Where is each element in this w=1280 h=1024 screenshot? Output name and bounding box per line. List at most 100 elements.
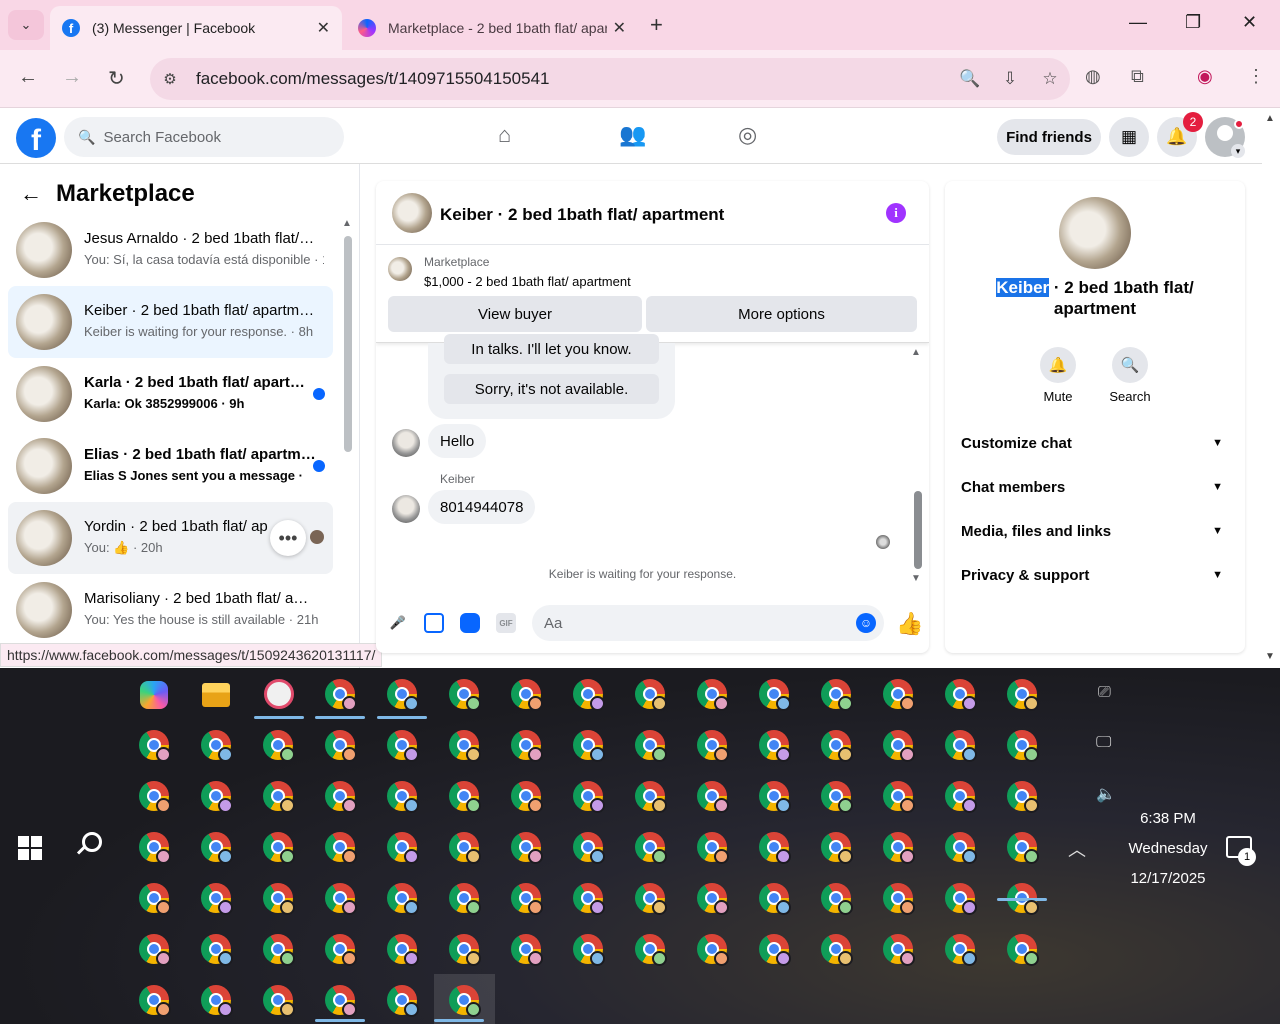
chrome-profile-icon[interactable]	[511, 934, 543, 966]
chrome-profile-icon[interactable]	[697, 781, 729, 813]
groups-icon[interactable]: ◎	[738, 122, 757, 148]
emoji-icon[interactable]: ☺	[856, 613, 876, 633]
display-icon[interactable]: 🖵	[1096, 734, 1111, 752]
conversation-item[interactable]: Jesus Arnaldo · 2 bed 1bath flat/ apartm…	[8, 214, 333, 286]
clock[interactable]: 6:38 PM Wednesday 12/17/2025	[1120, 804, 1216, 894]
chrome-profile-icon[interactable]	[635, 679, 667, 711]
microphone-icon[interactable]: 🎤	[388, 613, 408, 633]
chrome-profile-icon[interactable]	[1007, 832, 1039, 864]
chrome-profile-icon[interactable]	[945, 934, 977, 966]
chrome-profile-icon[interactable]	[883, 679, 915, 711]
chrome-profile-icon[interactable]	[697, 832, 729, 864]
chrome-profile-icon[interactable]	[139, 832, 171, 864]
chrome-profile-icon[interactable]	[635, 934, 667, 966]
site-info-icon[interactable]: ⚙	[150, 70, 190, 88]
chrome-profile-icon[interactable]	[201, 985, 233, 1017]
chrome-profile-icon[interactable]	[325, 985, 357, 1017]
chrome-profile-icon[interactable]	[449, 730, 481, 762]
bell-icon[interactable]: 🔔	[1040, 347, 1076, 383]
chrome-profile-icon[interactable]	[945, 730, 977, 762]
conversation-item[interactable]: Karla · 2 bed 1bath flat/ apartment Karl…	[8, 358, 333, 430]
customize-chat-row[interactable]: Customize chat ▼	[961, 423, 1229, 463]
chrome-profile-icon[interactable]	[697, 679, 729, 711]
contact-avatar[interactable]	[1059, 197, 1131, 269]
chrome-profile-icon[interactable]	[697, 934, 729, 966]
chrome-profile-icon[interactable]	[449, 832, 481, 864]
chrome-profile-icon[interactable]	[1007, 679, 1039, 711]
view-buyer-button[interactable]: View buyer	[388, 296, 642, 332]
chrome-profile-icon[interactable]	[139, 730, 171, 762]
chrome-profile-icon[interactable]	[449, 934, 481, 966]
back-icon[interactable]: ←	[18, 66, 38, 89]
chrome-profile-icon[interactable]	[201, 832, 233, 864]
home-icon[interactable]: ⌂	[498, 122, 511, 148]
address-bar[interactable]: ⚙ facebook.com/messages/t/14097155041505…	[150, 58, 1070, 100]
file-explorer-icon[interactable]	[202, 683, 230, 707]
friends-icon[interactable]: 👥	[619, 122, 646, 148]
chrome-profile-icon[interactable]	[139, 781, 171, 813]
chrome-profile-icon[interactable]	[883, 781, 915, 813]
chrome-profile-icon[interactable]	[1007, 781, 1039, 813]
chrome-profile-icon[interactable]	[573, 679, 605, 711]
conversation-scrollbar[interactable]	[344, 236, 352, 452]
chrome-profile-icon[interactable]	[759, 883, 791, 915]
chrome-profile-icon[interactable]	[201, 730, 233, 762]
gif-icon[interactable]: GIF	[496, 613, 516, 633]
menu-grid-icon[interactable]: ▦	[1109, 117, 1149, 157]
chrome-profile-icon[interactable]	[635, 781, 667, 813]
chrome-profile-icon[interactable]	[821, 781, 853, 813]
chrome-profile-icon[interactable]	[883, 832, 915, 864]
chrome-profile-icon[interactable]	[263, 832, 295, 864]
chrome-profile-icon[interactable]	[635, 832, 667, 864]
chat-scrollbar[interactable]	[914, 491, 922, 569]
chrome-profile-icon[interactable]	[387, 679, 419, 711]
chrome-profile-icon[interactable]	[697, 730, 729, 762]
chrome-profile-icon[interactable]	[883, 883, 915, 915]
chrome-profile-icon[interactable]	[883, 934, 915, 966]
forward-icon[interactable]: →	[62, 66, 82, 89]
chrome-profile-icon[interactable]	[511, 679, 543, 711]
chrome-profile-icon[interactable]	[139, 934, 171, 966]
chrome-profile-icon[interactable]	[573, 934, 605, 966]
chrome-profile-icon[interactable]	[263, 730, 295, 762]
scroll-down-icon[interactable]: ▼	[911, 573, 921, 584]
extensions-icon[interactable]: ⧉	[1131, 66, 1144, 87]
minimize-icon[interactable]: —	[1129, 12, 1147, 33]
reload-icon[interactable]: ↻	[108, 66, 125, 91]
chrome-profile-icon[interactable]	[449, 985, 481, 1017]
chrome-profile-icon[interactable]	[325, 934, 357, 966]
more-options-button[interactable]: More options	[646, 296, 917, 332]
chrome-profile-icon[interactable]	[945, 679, 977, 711]
conversation-item[interactable]: Marisoliany · 2 bed 1bath flat/ apartmen…	[8, 574, 333, 646]
volume-icon[interactable]: 🔈	[1096, 784, 1116, 804]
chrome-profile-icon[interactable]	[449, 781, 481, 813]
search-action[interactable]: 🔍 Search	[1100, 347, 1160, 404]
chrome-profile-icon[interactable]	[201, 883, 233, 915]
chrome-profile-icon[interactable]	[945, 883, 977, 915]
chrome-profile-icon[interactable]	[139, 985, 171, 1017]
quick-reply-button[interactable]: Sorry, it's not available.	[444, 374, 659, 404]
tab-marketplace[interactable]: Marketplace - 2 bed 1bath flat/ apartmen…	[346, 6, 638, 50]
chrome-profile-icon[interactable]	[263, 781, 295, 813]
chrome-profile-icon[interactable]	[325, 730, 357, 762]
privacy-support-row[interactable]: Privacy & support ▼	[961, 555, 1229, 595]
camera-icon[interactable]: ⎚	[1098, 684, 1111, 702]
conversation-item[interactable]: Elias · 2 bed 1bath flat/ apartment Elia…	[8, 430, 333, 502]
chrome-profile-icon[interactable]	[449, 883, 481, 915]
mute-action[interactable]: 🔔 Mute	[1028, 347, 1088, 404]
chrome-profile-icon[interactable]	[883, 730, 915, 762]
chat-avatar[interactable]	[392, 193, 432, 233]
chrome-profile-icon[interactable]	[759, 832, 791, 864]
chrome-profile-icon[interactable]	[201, 781, 233, 813]
chrome-profile-icon[interactable]	[325, 883, 357, 915]
back-arrow-icon[interactable]: ←	[20, 181, 42, 206]
chevron-up-icon[interactable]: ︿	[1068, 836, 1086, 862]
chrome-profile-icon[interactable]	[635, 730, 667, 762]
page-scroll-up-icon[interactable]: ▲	[1265, 113, 1275, 124]
close-window-icon[interactable]: ✕	[1242, 12, 1257, 33]
chrome-profile-icon[interactable]	[511, 883, 543, 915]
chrome-profile-icon[interactable]	[387, 985, 419, 1017]
chrome-profile-icon[interactable]	[759, 679, 791, 711]
copilot-icon[interactable]	[140, 681, 168, 709]
chrome-profile-icon[interactable]	[821, 934, 853, 966]
